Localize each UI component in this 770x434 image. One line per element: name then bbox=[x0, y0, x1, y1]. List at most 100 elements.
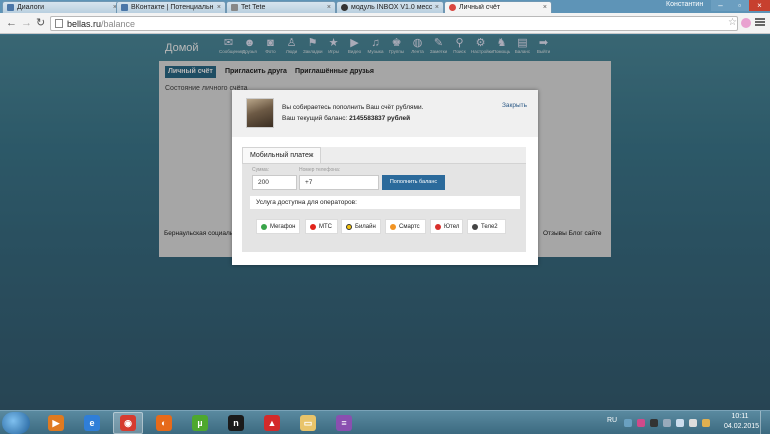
taskbar-app-button[interactable]: e bbox=[77, 412, 107, 434]
app-n-icon: n bbox=[228, 415, 244, 431]
operator-tele2-button[interactable]: Теле2 bbox=[467, 219, 506, 234]
operators-title: Услуга доступна для операторов: bbox=[250, 196, 520, 209]
operator-utel-button[interactable]: Ютел bbox=[430, 219, 463, 234]
tray-app-icon[interactable] bbox=[650, 419, 658, 427]
utorrent-icon: µ bbox=[192, 415, 208, 431]
taskbar-app-button[interactable]: ≡ bbox=[329, 412, 359, 434]
modal-header: Вы собираетесь пополнить Ваш счёт рублям… bbox=[232, 90, 538, 137]
balance-label: Ваш текущий баланс: bbox=[282, 115, 348, 122]
operator-label: Билайн bbox=[355, 223, 376, 230]
tray-app-icon[interactable] bbox=[663, 419, 671, 427]
tele2-icon bbox=[472, 223, 478, 230]
archive-icon: ≡ bbox=[336, 415, 352, 431]
tab-title: модуль INBOX V1.0 месс bbox=[351, 4, 432, 11]
extension-icon[interactable] bbox=[741, 18, 751, 28]
browser-tab-active[interactable]: Личный счёт × bbox=[444, 1, 552, 13]
reload-icon[interactable]: ↻ bbox=[36, 16, 45, 30]
volume-icon[interactable] bbox=[689, 419, 697, 427]
browser-tab[interactable]: Диалоги × bbox=[2, 1, 122, 13]
show-desktop-button[interactable] bbox=[760, 411, 770, 434]
taskbar-app-button[interactable]: ◐ bbox=[149, 412, 179, 434]
tab-title: ВКонтакте | Потенциальн bbox=[131, 4, 214, 11]
top-up-message: Вы собираетесь пополнить Ваш счёт рублям… bbox=[282, 104, 424, 111]
balance-line: Ваш текущий баланс: 2145583837 рублей bbox=[282, 115, 410, 122]
chrome-menu-icon[interactable] bbox=[755, 18, 765, 27]
browser-tab[interactable]: ВКонтакте | Потенциальн × bbox=[116, 1, 226, 13]
firefox-icon: ◐ bbox=[156, 415, 172, 431]
tab-title: Диалоги bbox=[17, 4, 45, 11]
operator-beeline-button[interactable]: Билайн bbox=[341, 219, 381, 234]
url-host: bellas.ru bbox=[67, 18, 102, 29]
start-button[interactable] bbox=[2, 412, 30, 434]
operator-megafon-button[interactable]: Мегафон bbox=[256, 219, 300, 234]
payment-panel: Мобильный платеж Сумма: Номер телефона: … bbox=[242, 147, 526, 252]
tab-mobile-payment[interactable]: Мобильный платеж bbox=[242, 147, 321, 163]
browser-titlebar: Диалоги × ВКонтакте | Потенциальн × Tet … bbox=[0, 0, 770, 13]
window-close-button[interactable]: × bbox=[749, 0, 770, 11]
taskbar: ▶ e ◉ ◐ µ n ▲ ▭ ≡ RU 10:11 04.02.2015 bbox=[0, 410, 770, 434]
megafon-icon bbox=[261, 223, 267, 230]
folder-icon: ▭ bbox=[300, 415, 316, 431]
operator-label: Смартс bbox=[399, 223, 420, 230]
operator-label: Теле2 bbox=[481, 223, 498, 230]
amount-input[interactable]: 200 bbox=[252, 175, 297, 190]
url-path: /balance bbox=[101, 18, 136, 29]
bookmark-star-icon[interactable]: ☆ bbox=[728, 17, 737, 28]
media-player-icon: ▶ bbox=[48, 415, 64, 431]
operator-label: МТС bbox=[319, 223, 332, 230]
avatar bbox=[246, 98, 274, 128]
close-icon[interactable]: × bbox=[435, 4, 439, 11]
close-icon[interactable]: × bbox=[543, 4, 547, 11]
page-icon bbox=[55, 19, 63, 28]
smarts-icon bbox=[390, 223, 396, 230]
close-icon[interactable]: × bbox=[327, 4, 331, 11]
utel-icon bbox=[435, 223, 441, 230]
back-arrow-icon[interactable]: ← bbox=[6, 16, 17, 30]
operator-smarts-button[interactable]: Смартс bbox=[385, 219, 426, 234]
forward-arrow-icon[interactable]: → bbox=[21, 16, 32, 30]
operator-label: Мегафон bbox=[270, 223, 296, 230]
taskbar-app-button[interactable]: ▶ bbox=[41, 412, 71, 434]
language-indicator[interactable]: RU bbox=[607, 417, 617, 424]
amount-label: Сумма: bbox=[252, 167, 270, 173]
taskbar-app-button[interactable]: ▭ bbox=[293, 412, 323, 434]
vk-favicon-icon bbox=[7, 4, 14, 11]
internet-explorer-icon: e bbox=[84, 415, 100, 431]
balance-value: 2145583837 рублей bbox=[349, 115, 411, 122]
phone-label: Номер телефона: bbox=[299, 167, 341, 173]
taskbar-app-button[interactable]: ◉ bbox=[113, 412, 143, 434]
beeline-icon bbox=[346, 223, 352, 230]
tray-up-arrow-icon[interactable] bbox=[624, 419, 632, 427]
minimize-button[interactable]: – bbox=[711, 0, 730, 11]
operator-label: Ютел bbox=[444, 223, 460, 230]
close-link[interactable]: Закрыть bbox=[502, 102, 527, 109]
site-favicon-icon bbox=[449, 4, 456, 11]
app-red-icon: ▲ bbox=[264, 415, 280, 431]
taskbar-app-button[interactable]: n bbox=[221, 412, 251, 434]
network-icon[interactable] bbox=[676, 419, 684, 427]
address-bar[interactable]: bellas.ru/balance bbox=[50, 16, 738, 31]
operator-mts-button[interactable]: МТС bbox=[305, 219, 338, 234]
battery-icon[interactable] bbox=[702, 419, 710, 427]
browser-tab[interactable]: Tet Tete × bbox=[226, 1, 336, 13]
vk-favicon-icon bbox=[121, 4, 128, 11]
browser-toolbar: ← → ↻ bellas.ru/balance ☆ bbox=[0, 13, 770, 34]
page-favicon-icon bbox=[231, 4, 238, 11]
tab-title: Личный счёт bbox=[459, 4, 501, 11]
maximize-button[interactable]: ▫ bbox=[730, 0, 749, 11]
taskbar-app-button[interactable]: µ bbox=[185, 412, 215, 434]
close-icon[interactable]: × bbox=[217, 4, 221, 11]
profile-name[interactable]: Константин bbox=[666, 1, 703, 8]
browser-tab[interactable]: модуль INBOX V1.0 месс × bbox=[336, 1, 444, 13]
tray-app-icon[interactable] bbox=[637, 419, 645, 427]
taskbar-app-button[interactable]: ▲ bbox=[257, 412, 287, 434]
mts-icon bbox=[310, 223, 316, 230]
clock-date[interactable]: 04.02.2015 bbox=[724, 423, 759, 430]
phone-input[interactable]: +7 bbox=[299, 175, 379, 190]
payment-form: Сумма: Номер телефона: 200 +7 Пополнить … bbox=[242, 163, 526, 252]
tab-title: Tet Tete bbox=[241, 4, 266, 11]
top-up-button[interactable]: Пополнить баланс bbox=[382, 175, 445, 190]
top-up-modal: Вы собираетесь пополнить Ваш счёт рублям… bbox=[232, 90, 538, 265]
clock-time[interactable]: 10:11 bbox=[727, 413, 753, 420]
chrome-icon: ◉ bbox=[120, 415, 136, 431]
